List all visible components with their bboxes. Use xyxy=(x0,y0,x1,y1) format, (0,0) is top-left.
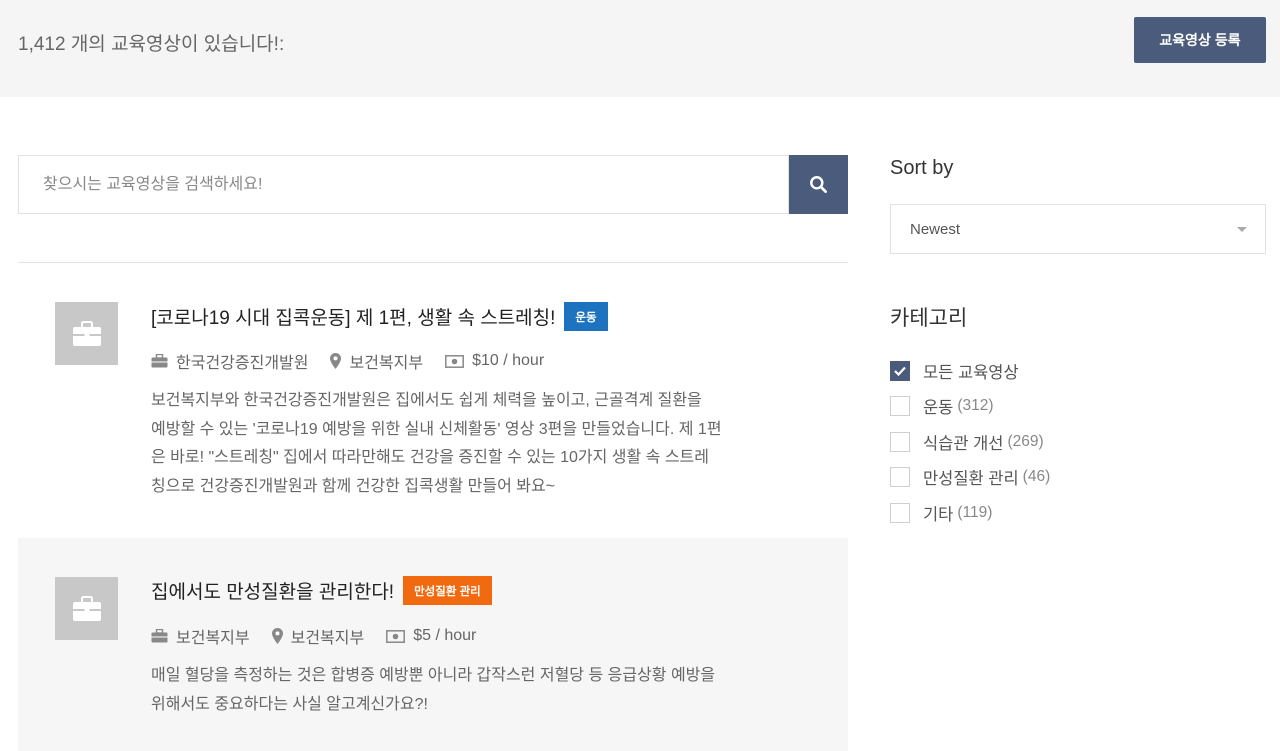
description-line: 예방할 수 있는 '코로나19 예방을 위한 실내 신체활동' 영상 3편을 만… xyxy=(151,420,722,438)
listing-thumbnail xyxy=(55,577,118,640)
category-list: 모든 교육영상 운동 (312) 식습관 개선 (269) 만성질환 관리 (4… xyxy=(890,353,1050,531)
listing-item[interactable]: 집에서도 만성질환을 관리한다! 만성질환 관리 보건복지부 보건복지부 $5 … xyxy=(18,538,848,751)
company-name: 보건복지부 xyxy=(176,630,250,647)
category-checkbox[interactable] xyxy=(890,360,910,381)
listing-count: 1,412 개의 교육영상이 있습니다!: xyxy=(18,34,285,55)
description-line: 위해서도 중요하다는 사실 알고계신가요?! xyxy=(151,695,428,713)
listing-title[interactable]: 집에서도 만성질환을 관리한다! xyxy=(151,577,394,604)
listing-title-row: [코로나19 시대 집콕운동] 제 1편, 생활 속 스트레칭! 운동 xyxy=(151,302,608,331)
category-label: 운동 xyxy=(923,399,954,418)
listing-item[interactable]: [코로나19 시대 집콕운동] 제 1편, 생활 속 스트레칭! 운동 한국건강… xyxy=(18,263,848,537)
listing-description: 보건복지부와 한국건강증진개발원은 집에서도 쉽게 체력을 높이고, 근골격계 … xyxy=(151,387,791,501)
category-label: 만성질환 관리 xyxy=(923,470,1019,489)
category-badge: 만성질환 관리 xyxy=(403,576,492,605)
category-title: 카테고리 xyxy=(890,307,968,330)
money-icon xyxy=(386,629,406,643)
briefcase-icon xyxy=(151,354,168,368)
category-checkbox[interactable] xyxy=(890,502,910,523)
description-line: 칭으로 건강증진개발원과 함께 건강한 집콕생활 만들어 봐요~ xyxy=(151,477,556,495)
location-name: 보건복지부 xyxy=(290,630,365,647)
category-count: (312) xyxy=(957,397,994,415)
briefcase-icon xyxy=(72,320,101,346)
description-line: 보건복지부와 한국건강증진개발원은 집에서도 쉽게 체력을 높이고, 근골격계 … xyxy=(151,392,702,409)
category-item-chronic[interactable]: 만성질환 관리 (46) xyxy=(890,460,1050,496)
listing-title-row: 집에서도 만성질환을 관리한다! 만성질환 관리 xyxy=(151,576,492,605)
search-input[interactable] xyxy=(18,155,789,214)
listing-title[interactable]: [코로나19 시대 집콕운동] 제 1편, 생활 속 스트레칭! xyxy=(151,303,555,330)
category-item-exercise[interactable]: 운동 (312) xyxy=(890,389,1050,425)
listing-meta: 한국건강증진개발원 보건복지부 $10 / hour xyxy=(151,349,566,373)
listing-meta: 보건복지부 보건복지부 $5 / hour xyxy=(151,624,498,648)
listing-description: 매일 혈당을 측정하는 것은 합병증 예방뿐 아니라 갑작스런 저혈당 등 응급… xyxy=(151,662,791,719)
category-label: 기타 xyxy=(923,505,954,524)
company-meta: 보건복지부 xyxy=(151,624,250,648)
location-pin-icon xyxy=(330,353,342,369)
hourly-rate: $10 / hour xyxy=(472,352,545,369)
register-video-button[interactable]: 교육영상 등록 xyxy=(1134,17,1266,63)
category-label: 식습관 개선 xyxy=(923,434,1004,453)
company-name: 한국건강증진개발원 xyxy=(176,355,309,372)
briefcase-icon xyxy=(151,629,168,643)
category-item-diet[interactable]: 식습관 개선 (269) xyxy=(890,424,1050,460)
location-meta: 보건복지부 xyxy=(330,349,423,373)
category-count: (119) xyxy=(957,503,993,521)
listing-thumbnail xyxy=(55,302,118,365)
category-checkbox[interactable] xyxy=(890,467,910,488)
category-badge: 운동 xyxy=(564,302,608,331)
briefcase-icon xyxy=(72,595,101,621)
hourly-rate: $5 / hour xyxy=(413,627,477,644)
rate-meta: $10 / hour xyxy=(445,352,544,370)
header-bar: 1,412 개의 교육영상이 있습니다!: 교육영상 등록 xyxy=(0,0,1280,97)
category-label: 모든 교육영상 xyxy=(923,363,1019,382)
chevron-down-icon xyxy=(1237,227,1247,232)
sort-value: Newest xyxy=(910,220,961,238)
sort-dropdown[interactable]: Newest xyxy=(890,204,1266,254)
sort-title: Sort by xyxy=(890,157,954,179)
description-line: 은 바로! "스트레칭" 집에서 따라만해도 건강을 증진할 수 있는 10가지… xyxy=(151,449,709,466)
money-icon xyxy=(445,354,465,368)
category-checkbox[interactable] xyxy=(890,396,910,417)
check-icon xyxy=(894,366,906,376)
description-line: 매일 혈당을 측정하는 것은 합병증 예방뿐 아니라 갑작스런 저혈당 등 응급… xyxy=(151,667,716,684)
category-count: (269) xyxy=(1007,432,1044,450)
search-bar xyxy=(18,155,848,214)
company-meta: 한국건강증진개발원 xyxy=(151,349,308,373)
location-name: 보건복지부 xyxy=(349,355,424,372)
category-item-other[interactable]: 기타 (119) xyxy=(890,495,1050,531)
location-meta: 보건복지부 xyxy=(271,624,365,648)
category-item-all[interactable]: 모든 교육영상 xyxy=(890,353,1050,389)
rate-meta: $5 / hour xyxy=(386,627,476,645)
category-count: (46) xyxy=(1022,468,1051,486)
search-icon xyxy=(810,176,827,193)
search-button[interactable] xyxy=(789,155,848,214)
category-checkbox[interactable] xyxy=(890,431,910,452)
location-pin-icon xyxy=(271,628,283,644)
